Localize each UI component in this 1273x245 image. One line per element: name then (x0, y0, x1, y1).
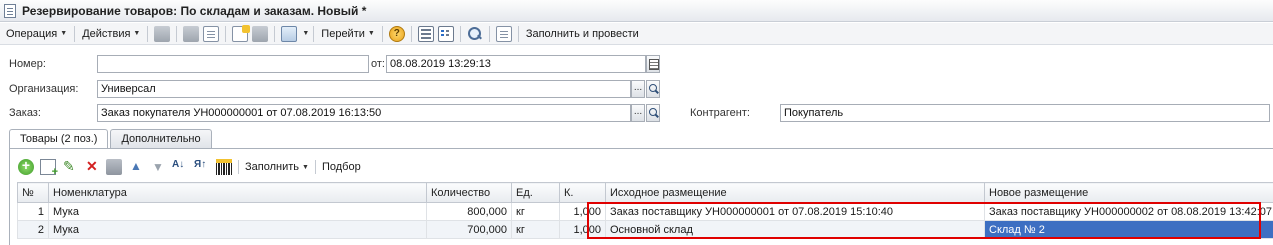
window-title: Резервирование товаров: По складам и зак… (22, 3, 367, 18)
date-field[interactable]: 08.08.2019 13:29:13 (386, 55, 646, 73)
order-select-button[interactable]: ... (631, 104, 645, 122)
delete-row-icon[interactable] (84, 158, 100, 175)
toolbar-divider (313, 25, 315, 42)
move-up-icon[interactable] (128, 159, 144, 175)
organization-select-button[interactable]: ... (631, 80, 645, 98)
table-row[interactable]: 2 Мука 700,000 кг 1,000 Основной склад С… (17, 220, 1273, 239)
goto-menu[interactable]: Перейти ▼ (318, 24, 378, 44)
operation-menu-label: Операция (6, 27, 58, 40)
coefficient-cell[interactable]: 1,000 (559, 202, 606, 221)
movements-icon[interactable] (437, 25, 454, 42)
organization-label: Организация: (9, 83, 79, 95)
item-cell[interactable]: Мука (48, 202, 427, 221)
window-titlebar: Резервирование товаров: По складам и зак… (0, 0, 1273, 22)
order-open-icon[interactable] (646, 104, 660, 122)
operation-menu[interactable]: Операция ▼ (3, 24, 70, 44)
column-header[interactable]: Новое размещение (984, 182, 1273, 203)
tab-strip: Товары (2 поз.) Дополнительно (9, 129, 214, 150)
quantity-cell[interactable]: 800,000 (426, 202, 512, 221)
column-header[interactable]: № (17, 182, 49, 203)
fill-and-post-button[interactable]: Заполнить и провести (523, 24, 642, 44)
toolbar-divider (225, 25, 227, 42)
toolbar-divider (517, 25, 519, 42)
main-toolbar: Операция ▼ Действия ▼ ▼ Перейти ▼ ? Запо… (0, 23, 1273, 45)
number-label: Номер: (9, 58, 46, 70)
copy-row-icon[interactable] (40, 159, 58, 178)
date-label: от: (371, 58, 385, 70)
toolbar-divider (410, 25, 412, 42)
fill-table-menu[interactable]: Заполнить ▼ (245, 161, 309, 173)
toolbar-divider (176, 25, 178, 42)
item-cell[interactable]: Мука (48, 220, 427, 239)
source-placement-cell[interactable]: Заказ поставщику УН000000001 от 07.08.20… (605, 202, 985, 221)
chevron-down-icon: ▼ (367, 30, 375, 37)
counterparty-label: Контрагент: (690, 107, 750, 119)
toolbar-divider (488, 25, 490, 42)
sort-descending-icon[interactable] (194, 159, 210, 175)
end-edit-icon[interactable] (106, 159, 122, 175)
tab-goods[interactable]: Товары (2 поз.) (9, 129, 109, 150)
coefficient-cell[interactable]: 1,000 (559, 220, 606, 239)
help-icon[interactable]: ? (388, 25, 405, 42)
organization-open-icon[interactable] (646, 80, 660, 98)
column-header[interactable]: Номенклатура (48, 182, 427, 203)
table-row[interactable]: 1 Мука 800,000 кг 1,000 Заказ поставщику… (17, 202, 1273, 221)
chevron-down-icon: ▼ (133, 30, 141, 37)
toolbar-divider (381, 25, 383, 42)
goto-menu-label: Перейти (321, 27, 365, 40)
unit-cell[interactable]: кг (511, 220, 560, 239)
print-icon[interactable] (495, 25, 512, 42)
edit-row-icon[interactable] (62, 158, 78, 175)
toolbar-divider (314, 160, 316, 174)
based-on-icon[interactable] (281, 25, 298, 42)
toolbar-divider (238, 160, 239, 174)
unpost-icon[interactable] (203, 25, 220, 42)
calendar-icon[interactable] (646, 55, 660, 73)
toolbar-divider (74, 25, 76, 42)
actions-menu[interactable]: Действия ▼ (79, 24, 143, 44)
column-header[interactable]: К. (559, 182, 606, 203)
new-placement-cell-selected[interactable]: Склад № 2 (984, 220, 1273, 239)
order-field[interactable]: Заказ покупателя УН000000001 от 07.08.20… (97, 104, 631, 122)
sort-ascending-icon[interactable] (172, 159, 188, 175)
search-icon[interactable] (467, 26, 483, 42)
chevron-down-icon: ▼ (302, 163, 309, 171)
new-placement-cell[interactable]: Заказ поставщику УН000000002 от 08.08.20… (984, 202, 1273, 221)
column-header[interactable]: Ед. (511, 182, 560, 203)
chevron-down-icon: ▼ (60, 30, 68, 37)
row-number-cell[interactable]: 1 (17, 202, 49, 221)
toolbar-divider (459, 25, 461, 42)
subordination-structure-icon[interactable] (417, 25, 434, 42)
unit-cell[interactable]: кг (511, 202, 560, 221)
document-icon (4, 3, 16, 18)
column-header[interactable]: Исходное размещение (605, 182, 985, 203)
table-toolbar: Заполнить ▼ Подбор (18, 157, 367, 178)
add-row-icon[interactable] (18, 157, 34, 175)
source-placement-cell[interactable]: Основной склад (605, 220, 985, 239)
column-header[interactable]: Количество (426, 182, 512, 203)
table-header-row: № Номенклатура Количество Ед. К. Исходно… (17, 182, 1273, 203)
counterparty-field: Покупатель (780, 104, 1270, 122)
copy-document-icon[interactable] (252, 25, 269, 42)
selection-button[interactable]: Подбор (322, 161, 361, 173)
fill-and-post-label: Заполнить и провести (525, 27, 639, 40)
post-icon[interactable] (183, 25, 200, 42)
toolbar-divider (147, 25, 149, 42)
actions-menu-label: Действия (82, 27, 131, 40)
save-icon[interactable] (154, 25, 171, 42)
new-document-icon[interactable] (232, 24, 251, 42)
tab-additional[interactable]: Дополнительно (110, 129, 212, 149)
move-down-icon[interactable] (150, 159, 166, 175)
toolbar-divider (274, 25, 276, 42)
chevron-down-icon[interactable]: ▼ (302, 30, 309, 37)
quantity-cell[interactable]: 700,000 (426, 220, 512, 239)
barcode-icon[interactable] (216, 159, 232, 175)
organization-field[interactable]: Универсал (97, 80, 631, 98)
number-field[interactable] (97, 55, 369, 73)
order-label: Заказ: (9, 107, 41, 119)
row-number-cell[interactable]: 2 (17, 220, 49, 239)
goods-table: № Номенклатура Количество Ед. К. Исходно… (17, 182, 1273, 239)
fill-table-label: Заполнить (245, 161, 300, 173)
